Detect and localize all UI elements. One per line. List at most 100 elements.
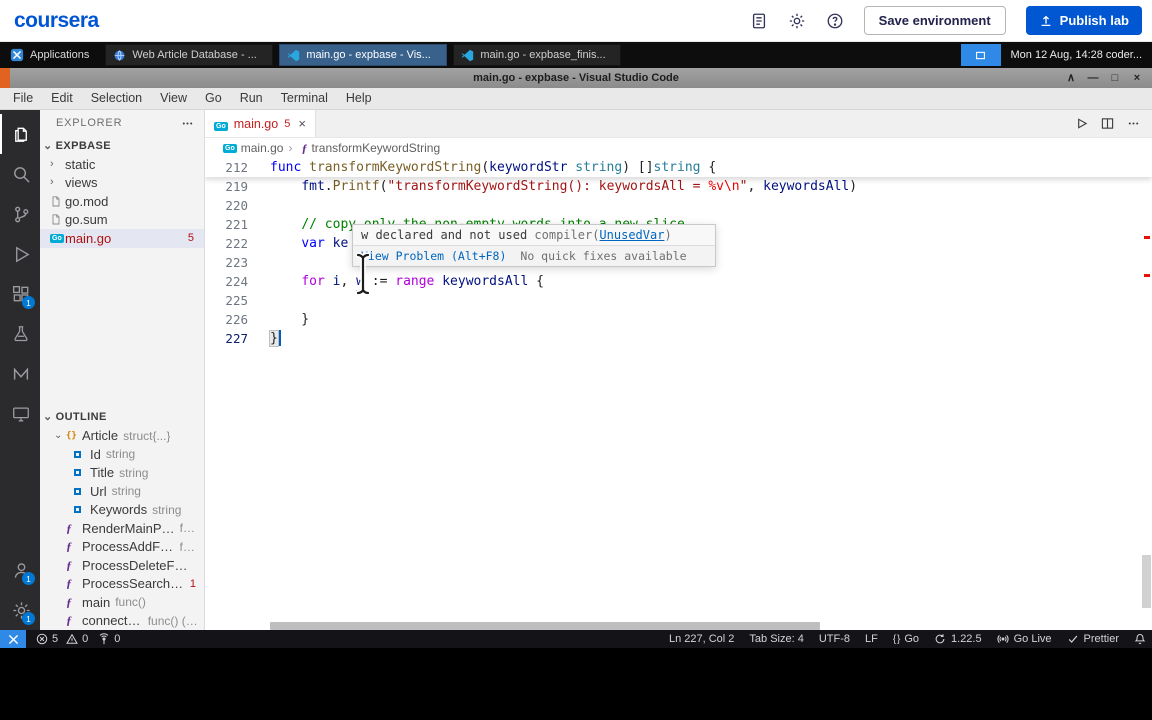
window-main-go-expbase[interactable]: main.go - expbase - Vis... (279, 44, 448, 66)
breadcrumb-symbol[interactable]: › ƒ transformKeywordString (283, 141, 440, 156)
code-line[interactable]: 225 (205, 291, 1152, 310)
menu-item-label: File (13, 91, 34, 105)
sticky-scroll-line[interactable]: 212 func transformKeywordString(keywordS… (205, 158, 1152, 177)
window-control-glyph: — (1087, 72, 1099, 84)
outline-processaddform[interactable]: ƒ ProcessAddForm fu... (40, 538, 204, 557)
status-item-label: 1.22.5 (951, 633, 982, 645)
taskbar-clock[interactable]: Mon 12 Aug, 14:28 coder... (1001, 49, 1152, 61)
code-line[interactable]: 224 for i, w := range keywordsAll { (205, 272, 1152, 291)
more-actions-button[interactable] (1127, 117, 1140, 130)
outline-main[interactable]: ƒ main func() (40, 593, 204, 612)
window-minimize-button[interactable]: — (1084, 68, 1102, 88)
run-button[interactable] (1075, 117, 1088, 130)
status-go-version[interactable]: 1.22.5 (934, 633, 982, 645)
outline-title-field[interactable]: Title string (40, 464, 204, 483)
activity-testing[interactable] (0, 314, 40, 354)
activity-search[interactable] (0, 154, 40, 194)
status-eol[interactable]: LF (865, 633, 878, 645)
symbol-icon (74, 469, 90, 477)
reading-list-icon[interactable] (750, 12, 768, 30)
status-encoding[interactable]: UTF-8 (819, 633, 850, 645)
split-editor-button[interactable] (1101, 117, 1114, 130)
activity-extension-m[interactable] (0, 354, 40, 394)
status-tab-size[interactable]: Tab Size: 4 (749, 633, 803, 645)
notifications-bell[interactable] (1134, 633, 1146, 645)
publish-lab-button[interactable]: Publish lab (1025, 6, 1142, 35)
window-main-go-expbase-finis[interactable]: main.go - expbase_finis... (453, 44, 622, 66)
view-problem-link[interactable]: View Problem (Alt+F8) (361, 249, 506, 263)
activity-account[interactable]: 1 (0, 550, 40, 590)
activity-live-server[interactable] (0, 394, 40, 434)
vertical-scrollbar[interactable] (1142, 555, 1151, 608)
status-cursor-position[interactable]: Ln 227, Col 2 (669, 633, 734, 645)
outline-article[interactable]: ⌄ {} Article struct{...} (40, 427, 204, 446)
symbol-name: Id (90, 446, 101, 462)
file-go-mod[interactable]: go.mod (40, 192, 204, 211)
window-icon (113, 49, 126, 62)
status-prettier[interactable]: Prettier (1067, 633, 1119, 645)
symbol-icon: ƒ (66, 520, 72, 535)
menu-item[interactable]: Go (196, 88, 231, 109)
outline-header[interactable]: ⌄ OUTLINE (40, 408, 204, 427)
status-language[interactable]: { } Go (893, 633, 919, 645)
breadcrumb-separator: › (288, 141, 293, 155)
breadcrumb-file[interactable]: › Go main.go (223, 141, 283, 155)
explorer-more-actions[interactable] (181, 117, 194, 130)
code-line[interactable]: 227 } (205, 329, 1152, 348)
window-shade-button[interactable]: ∧ (1062, 68, 1080, 88)
tray-window-tile[interactable] (960, 44, 1001, 66)
menu-item[interactable]: Help (337, 88, 381, 109)
window-web-article-database[interactable]: Web Article Database - ... (105, 44, 274, 66)
outline-processdeleteform[interactable]: ƒ ProcessDeleteForm... (40, 556, 204, 575)
diagnostic-code-link[interactable]: UnusedVar (599, 228, 664, 242)
status-item-label: Go Live (1013, 633, 1052, 645)
window-close-button[interactable]: × (1128, 68, 1146, 88)
remote-indicator[interactable] (0, 630, 26, 648)
menu-item[interactable]: View (151, 88, 196, 109)
code-text: fmt.Printf("transformKeywordString(): ke… (248, 177, 857, 196)
help-icon[interactable] (826, 12, 844, 30)
outline-id[interactable]: Id string (40, 445, 204, 464)
symbol-detail: string (105, 447, 136, 462)
ports-status[interactable]: 0 (98, 633, 120, 645)
file-icon: › (50, 157, 54, 170)
go-file-icon: Go (214, 121, 228, 131)
applications-menu[interactable]: Applications (0, 42, 99, 68)
menu-item[interactable]: Edit (42, 88, 82, 109)
menu-item[interactable]: File (4, 88, 42, 109)
activity-source-control[interactable] (0, 194, 40, 234)
code-line[interactable]: 220 (205, 196, 1152, 215)
activity-extensions[interactable]: 1 (0, 274, 40, 314)
file-name: go.sum (65, 212, 108, 228)
outline-keywords[interactable]: Keywords string (40, 501, 204, 520)
status-go-live[interactable]: Go Live (997, 633, 1052, 645)
tab-main-go[interactable]: Go main.go 5 × (205, 110, 316, 137)
code-editor[interactable]: 212 func transformKeywordString(keywordS… (205, 158, 1152, 630)
activity-run-debug[interactable] (0, 234, 40, 274)
outline-rendermainpage[interactable]: ƒ RenderMainPage fu... (40, 519, 204, 538)
settings-gear-icon[interactable] (788, 12, 806, 30)
save-environment-button[interactable]: Save environment (863, 6, 1006, 35)
problems-status[interactable]: 5 0 (36, 633, 88, 645)
code-line[interactable]: 226 } (205, 310, 1152, 329)
menu-item[interactable]: Terminal (272, 88, 337, 109)
file-go-sum[interactable]: go.sum (40, 211, 204, 230)
outline-processsearchf[interactable]: ƒ ProcessSearchF... 1 (40, 575, 204, 594)
menu-item[interactable]: Run (231, 88, 272, 109)
workspace-root-folder[interactable]: ⌄ EXPBASE (40, 136, 204, 155)
outline-twisty: ⌄ (54, 430, 63, 442)
window-maximize-button[interactable]: □ (1106, 68, 1124, 88)
file-main-go[interactable]: Go main.go 5 (40, 229, 204, 248)
menu-item[interactable]: Selection (82, 88, 151, 109)
folder-views[interactable]: › views (40, 174, 204, 193)
overview-ruler (1140, 158, 1152, 630)
tab-close-button[interactable]: × (298, 116, 306, 131)
horizontal-scrollbar[interactable] (270, 622, 820, 630)
code-line[interactable]: 219 fmt.Printf("transformKeywordString()… (205, 177, 1152, 196)
error-icon (36, 633, 48, 645)
activity-explorer[interactable] (0, 114, 40, 154)
outline-url[interactable]: Url string (40, 482, 204, 501)
outline-connectdb[interactable]: ƒ connectDB func() (*... (40, 612, 204, 631)
folder-static[interactable]: › static (40, 155, 204, 174)
activity-settings[interactable]: 1 (0, 590, 40, 630)
